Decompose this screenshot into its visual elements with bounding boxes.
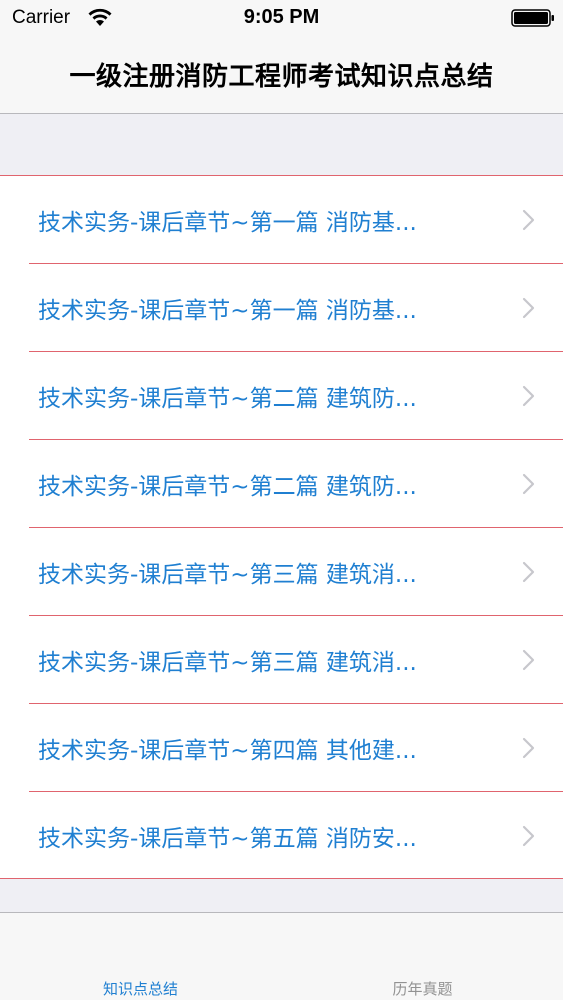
chevron-right-icon (522, 209, 535, 231)
chevron-right-icon (522, 473, 535, 495)
list-item[interactable]: 技术实务-课后章节~第二篇 建筑防... (0, 352, 563, 440)
screen: Carrier 9:05 PM 一级注册消防工程师考试知识点总结 技术实务-课后… (0, 0, 563, 1000)
list-item-label: 技术实务-课后章节~第五篇 消防安... (38, 826, 417, 852)
chevron-right-icon (522, 385, 535, 407)
list-item-label: 技术实务-课后章节~第四篇 其他建... (38, 738, 417, 764)
chevron-right-icon (522, 297, 535, 319)
list-item[interactable]: 技术实务-课后章节~第一篇 消防基... (0, 264, 563, 352)
list-item-label: 技术实务-课后章节~第二篇 建筑防... (38, 386, 417, 412)
nav-title: 一级注册消防工程师考试知识点总结 (69, 62, 494, 92)
chevron-right-icon (522, 737, 535, 759)
list-item[interactable]: 技术实务-课后章节~第三篇 建筑消... (0, 528, 563, 616)
list-item-label: 技术实务-课后章节~第一篇 消防基... (38, 298, 417, 324)
list-item-label: 技术实务-课后章节~第三篇 建筑消... (38, 562, 417, 588)
chapter-list: 技术实务-课后章节~第一篇 消防基... 技术实务-课后章节~第一篇 消防基..… (0, 175, 563, 879)
list-item[interactable]: 技术实务-课后章节~第五篇 消防安... (0, 792, 563, 880)
battery-icon (511, 9, 555, 27)
list-item-label: 技术实务-课后章节~第二篇 建筑防... (38, 474, 417, 500)
tab-past-exams[interactable]: 历年真题 (282, 913, 563, 1000)
chevron-right-icon (522, 825, 535, 847)
tab-label: 知识点总结 (102, 980, 178, 998)
status-bar: Carrier 9:05 PM (0, 0, 563, 38)
list-item-label: 技术实务-课后章节~第一篇 消防基... (38, 210, 417, 236)
chevron-right-icon (522, 561, 535, 583)
list-item-label: 技术实务-课后章节~第三篇 建筑消... (38, 650, 417, 676)
tab-label: 历年真题 (392, 980, 453, 998)
list-item[interactable]: 技术实务-课后章节~第二篇 建筑防... (0, 440, 563, 528)
list-item[interactable]: 技术实务-课后章节~第一篇 消防基... (0, 176, 563, 264)
top-bar: Carrier 9:05 PM 一级注册消防工程师考试知识点总结 (0, 0, 563, 114)
chevron-right-icon (522, 649, 535, 671)
list-item[interactable]: 技术实务-课后章节~第三篇 建筑消... (0, 616, 563, 704)
list-item[interactable]: 技术实务-课后章节~第四篇 其他建... (0, 704, 563, 792)
tab-bar: 知识点总结 历年真题 (0, 912, 563, 1000)
tab-knowledge-summary[interactable]: 知识点总结 (0, 913, 281, 1000)
status-time: 9:05 PM (243, 6, 320, 28)
